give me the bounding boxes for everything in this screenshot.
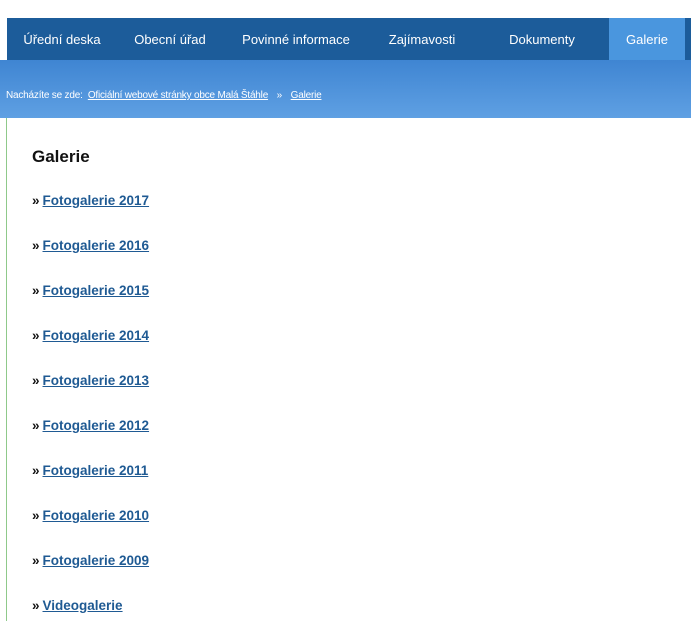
breadcrumb: Nacházíte se zde: Oficiální webové strán… [6, 90, 322, 101]
gallery-link-2015[interactable]: Fotogalerie 2015 [43, 283, 150, 298]
gallery-link-2016[interactable]: Fotogalerie 2016 [43, 238, 150, 253]
breadcrumb-prefix: Nacházíte se zde: [6, 90, 83, 101]
gallery-list-item: » Fotogalerie 2016 [32, 238, 149, 253]
gallery-list-item: » Fotogalerie 2013 [32, 373, 149, 388]
gallery-link-2010[interactable]: Fotogalerie 2010 [43, 508, 150, 523]
bullet-raquo: » [32, 283, 40, 298]
main-content: Galerie » Fotogalerie 2017 » Fotogalerie 2… [8, 118, 691, 621]
nav-item-dokumenty[interactable]: Dokumenty [475, 18, 609, 60]
gallery-link-2017[interactable]: Fotogalerie 2017 [43, 193, 150, 208]
gallery-list-item: » Fotogalerie 2012 [32, 418, 149, 433]
main-navigation: Úřední deska Obecní úřad Povinné informa… [7, 18, 691, 60]
gallery-link-2013[interactable]: Fotogalerie 2013 [43, 373, 150, 388]
gallery-list-item: » Fotogalerie 2009 [32, 553, 149, 568]
bullet-raquo: » [32, 193, 40, 208]
bullet-raquo: » [32, 238, 40, 253]
top-strip [0, 0, 691, 18]
gallery-list-item: » Fotogalerie 2017 [32, 193, 149, 208]
breadcrumb-bar: Nacházíte se zde: Oficiální webové strán… [0, 60, 691, 118]
bullet-raquo: » [32, 508, 40, 523]
gallery-list-item: » Fotogalerie 2014 [32, 328, 149, 343]
gallery-link-2009[interactable]: Fotogalerie 2009 [43, 553, 150, 568]
breadcrumb-separator: » [276, 90, 283, 101]
gallery-link-2011[interactable]: Fotogalerie 2011 [43, 463, 149, 478]
nav-item-obecni-urad[interactable]: Obecní úřad [117, 18, 223, 60]
bullet-raquo: » [32, 598, 40, 613]
breadcrumb-link-galerie[interactable]: Galerie [291, 90, 322, 101]
bullet-raquo: » [32, 373, 40, 388]
gallery-link-videogalerie[interactable]: Videogalerie [43, 598, 123, 613]
bullet-raquo: » [32, 553, 40, 568]
gallery-list-item: » Fotogalerie 2011 [32, 463, 148, 478]
breadcrumb-link-home[interactable]: Oficiální webové stránky obce Malá Štáhl… [88, 90, 268, 101]
gallery-link-2012[interactable]: Fotogalerie 2012 [43, 418, 150, 433]
gallery-list-item: » Videogalerie [32, 598, 123, 613]
bullet-raquo: » [32, 328, 40, 343]
gallery-list-item: » Fotogalerie 2015 [32, 283, 149, 298]
nav-item-galerie[interactable]: Galerie [609, 18, 685, 60]
bullet-raquo: » [32, 463, 40, 478]
page-title: Galerie [32, 147, 90, 166]
nav-item-uredni-deska[interactable]: Úřední deska [7, 18, 117, 60]
nav-item-zajimavosti[interactable]: Zajímavosti [369, 18, 475, 60]
bullet-raquo: » [32, 418, 40, 433]
nav-item-povinne-informace[interactable]: Povinné informace [223, 18, 369, 60]
gallery-link-2014[interactable]: Fotogalerie 2014 [43, 328, 150, 343]
gallery-list-item: » Fotogalerie 2010 [32, 508, 149, 523]
content-left-border [6, 118, 7, 621]
